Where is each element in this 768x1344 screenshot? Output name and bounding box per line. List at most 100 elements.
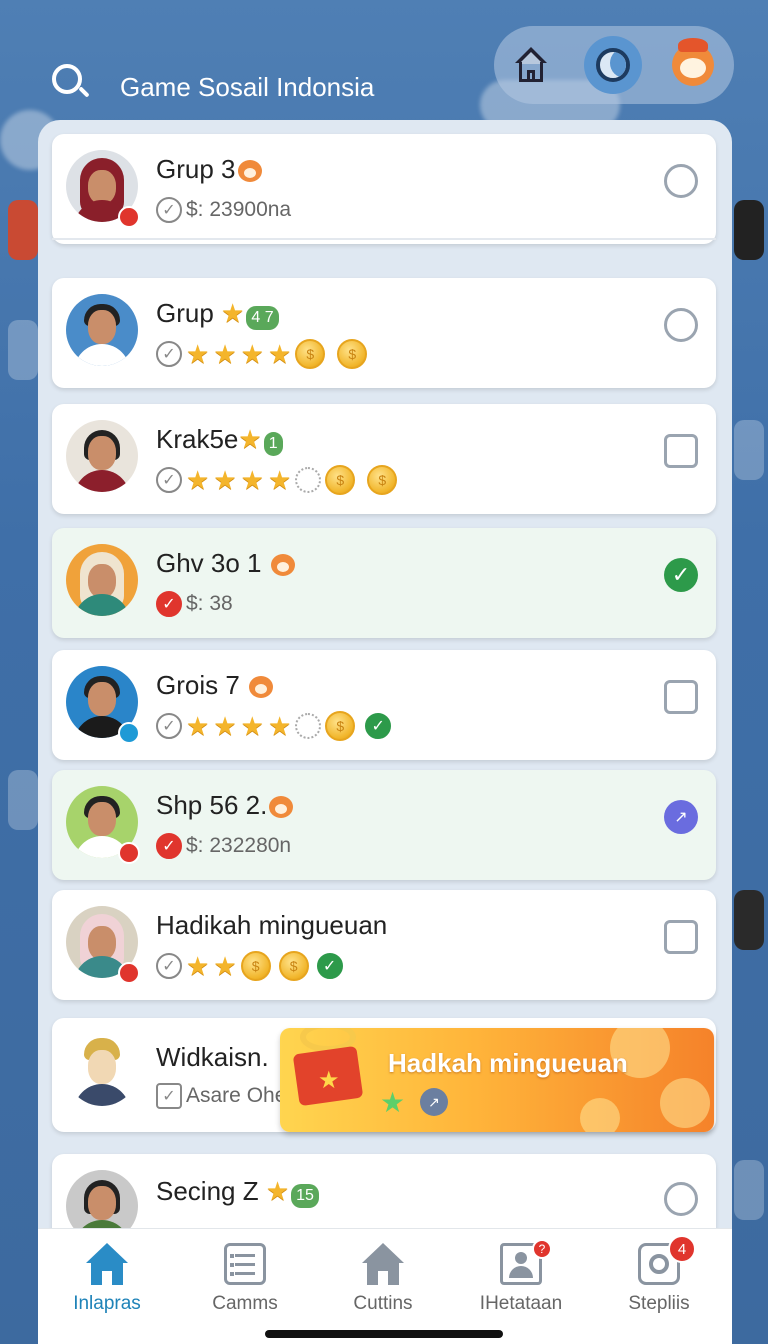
top-actions xyxy=(494,26,734,104)
fox-icon xyxy=(249,676,274,699)
list-item[interactable]: Hadikah mingueuan ✓ ★ ★ $ $ ✓ xyxy=(52,890,716,1000)
room-meta: ✓ ★ ★ ★ ★ $ ✓ xyxy=(156,711,392,741)
home-button[interactable] xyxy=(502,36,560,94)
star-icon: ★ xyxy=(186,339,210,369)
list-item[interactable]: Grois 7 ✓ ★ ★ ★ ★ $ ✓ xyxy=(52,650,716,760)
background-avatar xyxy=(734,890,764,950)
room-balance: $: 38 xyxy=(186,592,233,615)
background-avatar xyxy=(8,770,38,830)
star-icon: ★ xyxy=(380,1087,406,1118)
check-icon: ✓ xyxy=(156,833,182,859)
select-checkbox[interactable] xyxy=(664,920,698,954)
page-title: Game Sosail Indonsia xyxy=(120,72,375,102)
level-tag: 4 7 xyxy=(246,306,279,330)
select-radio[interactable] xyxy=(664,1182,698,1216)
online-badge xyxy=(118,842,140,864)
coin-icon: $ xyxy=(240,951,271,981)
background-avatar xyxy=(734,420,764,480)
room-name: Grois 7 xyxy=(156,670,274,701)
background-avatar xyxy=(734,1160,764,1220)
star-icon: ★ xyxy=(186,711,210,741)
coin-icon: $ xyxy=(367,465,398,495)
notification-badge: ? xyxy=(532,1239,552,1259)
list-item[interactable]: Ghv 3o 1 ✓ $: 38 ✓ xyxy=(52,528,716,638)
background-avatar xyxy=(734,200,764,260)
coin-icon: $ xyxy=(295,339,326,369)
nav-label: Cuttins xyxy=(353,1293,413,1314)
star-icon: ★ xyxy=(267,465,292,495)
mascot-button[interactable] xyxy=(664,36,722,94)
avatar xyxy=(66,544,138,616)
room-name: Shp 56 2. xyxy=(156,790,294,821)
list-icon xyxy=(224,1243,266,1285)
home-indicator[interactable] xyxy=(265,1330,503,1338)
home-icon xyxy=(86,1243,128,1285)
nav-label: Stepliis xyxy=(628,1293,690,1314)
star-icon: ★ xyxy=(213,711,237,741)
reward-banner[interactable]: ★ Hadkah mingueuan ★ ↗ xyxy=(280,1028,714,1132)
room-status: Asare Ohe xyxy=(186,1084,287,1107)
room-balance: $: 23900na xyxy=(186,198,292,221)
level-tag: 15 xyxy=(291,1184,319,1208)
room-list-panel: Grup 3 ✓ $: 23900na Grup ★ 4 7 ✓ ★ ★ ★ ★ $ $ … xyxy=(38,120,732,1344)
list-item[interactable]: Grup ★ 4 7 ✓ ★ ★ ★ ★ $ $ xyxy=(52,278,716,388)
room-meta: ✓ $: 232280n xyxy=(156,832,291,860)
star-icon: ★ xyxy=(265,1176,290,1206)
trend-icon[interactable]: ↗ xyxy=(664,800,698,834)
nav-label: IHetataan xyxy=(479,1293,563,1314)
nav-item-stepliis[interactable]: 4 Stepliis xyxy=(590,1229,728,1329)
select-radio[interactable] xyxy=(664,164,698,198)
room-name: Krak5e★ 1 xyxy=(156,424,283,456)
star-icon: ★ xyxy=(213,465,237,495)
select-checkbox[interactable] xyxy=(664,680,698,714)
level-tag: 1 xyxy=(263,432,283,456)
room-meta: ✓ ★ ★ $ $ ✓ xyxy=(156,951,343,981)
list-item[interactable]: Shp 56 2. ✓ $: 232280n ↗ xyxy=(52,770,716,880)
list-item[interactable]: Grup 3 ✓ $: 23900na xyxy=(52,134,716,244)
nav-item-cuttins[interactable]: Cuttins xyxy=(314,1229,452,1329)
bottom-nav: Inlapras Camms Cuttins ? IHetataan 4 Ste… xyxy=(38,1228,732,1344)
notification-badge: 4 xyxy=(668,1235,696,1263)
nav-item-inlapras[interactable]: Inlapras xyxy=(38,1229,176,1329)
mascot-icon xyxy=(672,38,714,86)
room-meta: ✓ ★ ★ ★ ★ $ $ xyxy=(156,465,398,495)
nav-label: Inlapras xyxy=(73,1293,141,1314)
online-badge xyxy=(118,722,140,744)
search-icon[interactable] xyxy=(50,62,90,102)
star-icon: ★ xyxy=(267,711,292,741)
room-name: Hadikah mingueuan xyxy=(156,910,388,940)
room-name: Grup ★ 4 7 xyxy=(156,298,279,330)
select-checkbox[interactable] xyxy=(664,434,698,468)
background-avatar xyxy=(8,200,38,260)
divider xyxy=(52,238,716,240)
avatar xyxy=(66,420,138,492)
check-icon: ✓ xyxy=(156,953,182,979)
reward-title: Hadkah mingueuan xyxy=(388,1048,628,1078)
room-meta: ✓ Asare Ohe xyxy=(156,1082,286,1110)
room-meta: ✓ ★ ★ ★ ★ $ $ xyxy=(156,339,368,369)
select-radio[interactable] xyxy=(664,308,698,342)
star-icon: ★ xyxy=(240,339,264,369)
avatar xyxy=(66,294,138,366)
nav-item-ihetataan[interactable]: ? IHetataan xyxy=(452,1229,590,1329)
selected-check-icon[interactable]: ✓ xyxy=(664,558,698,592)
nav-item-camms[interactable]: Camms xyxy=(176,1229,314,1329)
room-meta: ✓ $: 38 xyxy=(156,590,233,618)
home-icon xyxy=(513,47,549,83)
spinner-icon xyxy=(295,467,322,493)
coin-icon: $ xyxy=(325,711,356,741)
background-avatar xyxy=(8,320,38,380)
star-icon: ★ xyxy=(213,339,237,369)
check-icon: ✓ xyxy=(365,713,392,739)
coin-icon: $ xyxy=(278,951,309,981)
star-icon: ★ xyxy=(240,465,264,495)
spinner-icon xyxy=(295,713,322,739)
nav-label: Camms xyxy=(212,1293,278,1314)
dark-mode-button[interactable] xyxy=(584,36,642,94)
fox-icon xyxy=(237,160,262,183)
room-name: Secing Z ★ 15 xyxy=(156,1176,319,1208)
online-badge xyxy=(118,962,140,984)
list-item[interactable]: Krak5e★ 1 ✓ ★ ★ ★ ★ $ $ xyxy=(52,404,716,514)
check-icon: ✓ xyxy=(156,341,182,367)
avatar xyxy=(66,1034,138,1106)
